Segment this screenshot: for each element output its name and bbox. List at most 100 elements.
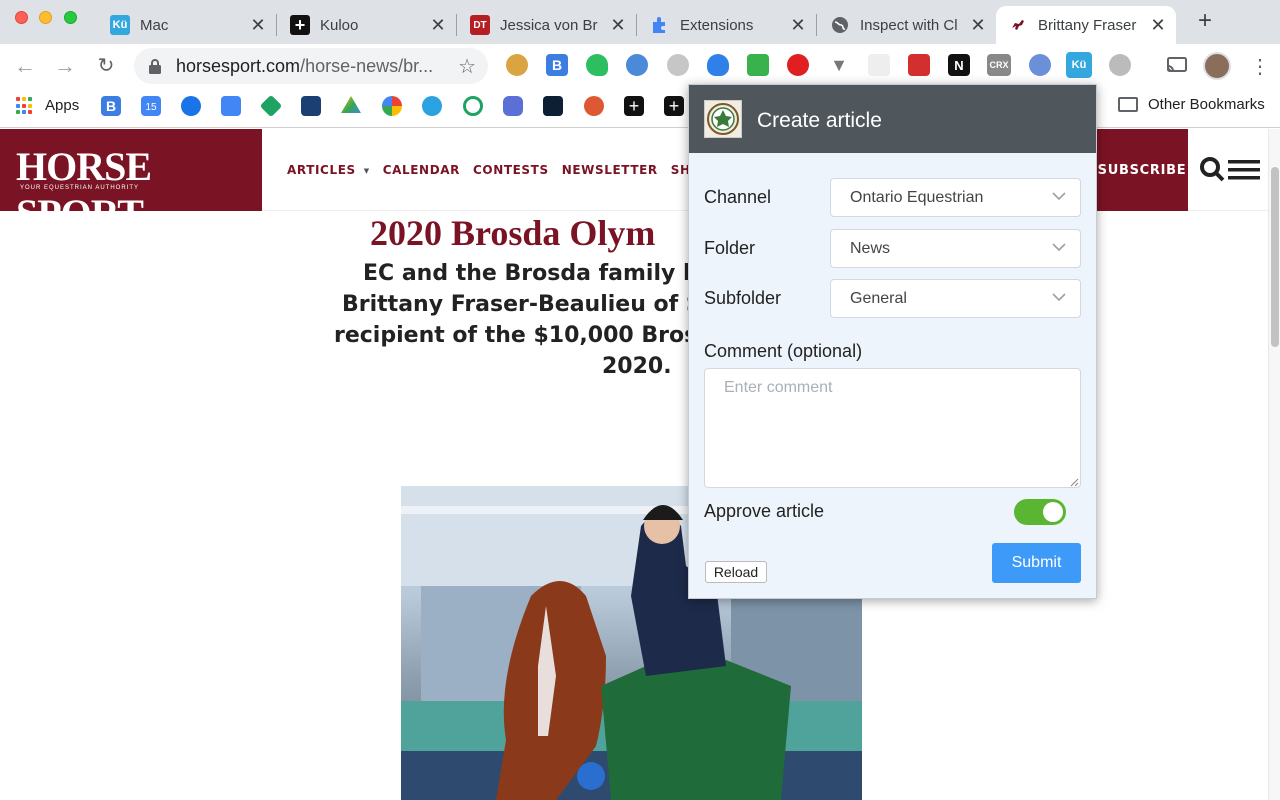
channel-label: Channel <box>704 187 772 207</box>
chevron-down-icon <box>1052 243 1066 252</box>
subscribe-button[interactable]: SUBSCRIBE <box>1096 129 1188 211</box>
tab-kuloo[interactable]: + Kuloo ✕ <box>278 6 456 44</box>
ring-bookmark-icon[interactable] <box>463 96 483 116</box>
scrollbar-thumb[interactable] <box>1271 167 1279 347</box>
submit-button[interactable]: Submit <box>992 543 1081 583</box>
notion-extension-icon[interactable]: N <box>948 54 970 76</box>
dropdown-caret-icon: ▼ <box>363 166 370 175</box>
b-extension-icon[interactable]: B <box>546 54 568 76</box>
browser-toolbar: ← → ↻ horsesport.com/horse-news/br... ☆ … <box>0 44 1280 126</box>
tab-close-icon[interactable]: ✕ <box>608 15 628 36</box>
tab-close-icon[interactable]: ✕ <box>248 15 268 36</box>
kuloo-favicon-icon: Kü <box>110 15 130 35</box>
close-window-button[interactable] <box>15 11 28 24</box>
forward-button[interactable]: → <box>53 54 77 78</box>
dt-favicon-icon: DT <box>470 15 490 35</box>
drive-bookmark-icon[interactable] <box>341 96 361 113</box>
tab-jessica[interactable]: DT Jessica von Br ✕ <box>458 6 636 44</box>
tab-mac[interactable]: Kü Mac ✕ <box>98 6 276 44</box>
cast-icon[interactable] <box>1166 54 1188 76</box>
cookie-extension-icon[interactable] <box>506 54 528 76</box>
photos-bookmark-icon[interactable] <box>382 96 402 116</box>
half-moon-extension-icon[interactable] <box>1029 54 1051 76</box>
search-icon <box>1200 157 1260 182</box>
profile-avatar[interactable] <box>1203 52 1231 80</box>
channel-select[interactable]: Ontario Equestrian <box>830 178 1081 217</box>
dots-extension-icon[interactable] <box>908 54 930 76</box>
chevron-down-icon <box>1052 192 1066 201</box>
dark-bookmark-icon[interactable] <box>543 96 563 116</box>
fullscreen-window-button[interactable] <box>64 11 77 24</box>
tab-close-icon[interactable]: ✕ <box>428 15 448 36</box>
lock-icon <box>149 59 161 74</box>
new-tab-button[interactable]: + <box>1192 8 1218 34</box>
apps-grid-icon[interactable] <box>16 97 34 115</box>
tab-title: Mac <box>140 16 169 34</box>
minimize-window-button[interactable] <box>39 11 52 24</box>
telegram-bookmark-icon[interactable] <box>422 96 442 116</box>
tab-inspect[interactable]: Inspect with Cl ✕ <box>818 6 996 44</box>
resize-grip-icon[interactable] <box>1069 477 1079 487</box>
popup-header: Create article <box>689 85 1096 153</box>
subfolder-label: Subfolder <box>704 288 782 308</box>
page-scrollbar[interactable] <box>1268 129 1280 800</box>
steering-extension-icon[interactable] <box>667 54 689 76</box>
plus-bookmark-icon[interactable]: + <box>664 96 684 116</box>
other-bookmarks-folder[interactable]: Other Bookmarks <box>1118 96 1265 113</box>
subfolder-select[interactable]: General <box>830 279 1081 318</box>
grid-extension-icon[interactable] <box>868 54 890 76</box>
nav-articles[interactable]: ARTICLES ▼ <box>287 163 370 177</box>
calendar-bookmark-icon[interactable]: 15 <box>141 96 161 116</box>
contacts-bookmark-icon[interactable] <box>181 96 201 116</box>
tab-title: Extensions <box>680 16 754 34</box>
globe-icon <box>830 15 850 35</box>
tab-title: Kuloo <box>320 16 359 34</box>
horse-favicon-icon <box>1008 15 1028 35</box>
gsuite-bookmark-icon[interactable] <box>221 96 241 116</box>
crx-extension-icon[interactable]: CRX <box>987 54 1011 76</box>
approve-toggle[interactable] <box>1014 499 1066 525</box>
diamond-bookmark-icon[interactable] <box>259 94 283 118</box>
green-box-extension-icon[interactable] <box>747 54 769 76</box>
apps-label[interactable]: Apps <box>45 97 79 114</box>
reload-page-button[interactable]: ↻ <box>94 54 118 78</box>
reload-button[interactable]: Reload <box>705 561 767 583</box>
create-article-popup: Create article Channel Ontario Equestria… <box>688 84 1097 599</box>
back-button[interactable]: ← <box>13 54 37 78</box>
browser-menu-icon[interactable]: ⋮ <box>1250 54 1270 79</box>
red-circle-extension-icon[interactable] <box>787 54 809 76</box>
tab-title: Brittany Fraser <box>1038 16 1137 34</box>
plus-bookmark-icon[interactable]: + <box>624 96 644 116</box>
tab-close-icon[interactable]: ✕ <box>1148 15 1168 36</box>
folder-select[interactable]: News <box>830 229 1081 268</box>
gmx-bookmark-icon[interactable] <box>301 96 321 116</box>
nav-newsletter[interactable]: NEWSLETTER <box>562 163 658 177</box>
kuloo-extension-icon[interactable]: Kü <box>1066 52 1092 78</box>
duckduckgo-bookmark-icon[interactable] <box>584 96 604 116</box>
chevron-down-icon <box>1052 293 1066 302</box>
b-bookmark-icon[interactable]: B <box>101 96 121 116</box>
article-headline: 2020 Brosda Olym <box>370 213 656 253</box>
plus-favicon-icon: + <box>290 15 310 35</box>
address-bar[interactable]: horsesport.com/horse-news/br... ☆ <box>134 48 488 84</box>
ghost-extension-icon[interactable] <box>707 54 729 76</box>
tab-close-icon[interactable]: ✕ <box>788 15 808 36</box>
nav-contests[interactable]: CONTESTS <box>473 163 549 177</box>
tab-extensions[interactable]: Extensions ✕ <box>638 6 816 44</box>
ontario-equestrian-logo-icon <box>704 100 742 138</box>
popup-title: Create article <box>757 109 882 132</box>
search-menu-button[interactable] <box>1200 157 1260 188</box>
q-bookmark-icon[interactable] <box>503 96 523 116</box>
v-extension-icon[interactable]: ▼ <box>828 54 850 76</box>
evernote-extension-icon[interactable] <box>586 54 608 76</box>
globe-extension-icon[interactable] <box>1109 54 1131 76</box>
comment-textarea[interactable] <box>704 368 1081 488</box>
toggle-knob <box>1043 502 1063 522</box>
tab-brittany-fraser[interactable]: Brittany Fraser ✕ <box>996 6 1176 44</box>
bank-extension-icon[interactable] <box>626 54 648 76</box>
tab-strip: Kü Mac ✕ + Kuloo ✕ DT Jessica von Br ✕ E… <box>0 0 1280 44</box>
bookmark-star-icon[interactable]: ☆ <box>458 54 476 79</box>
nav-calendar[interactable]: CALENDAR <box>383 163 460 177</box>
site-logo[interactable]: HORSE SPORT YOUR EQUESTRIAN AUTHORITY <box>0 129 262 236</box>
tab-close-icon[interactable]: ✕ <box>968 15 988 36</box>
